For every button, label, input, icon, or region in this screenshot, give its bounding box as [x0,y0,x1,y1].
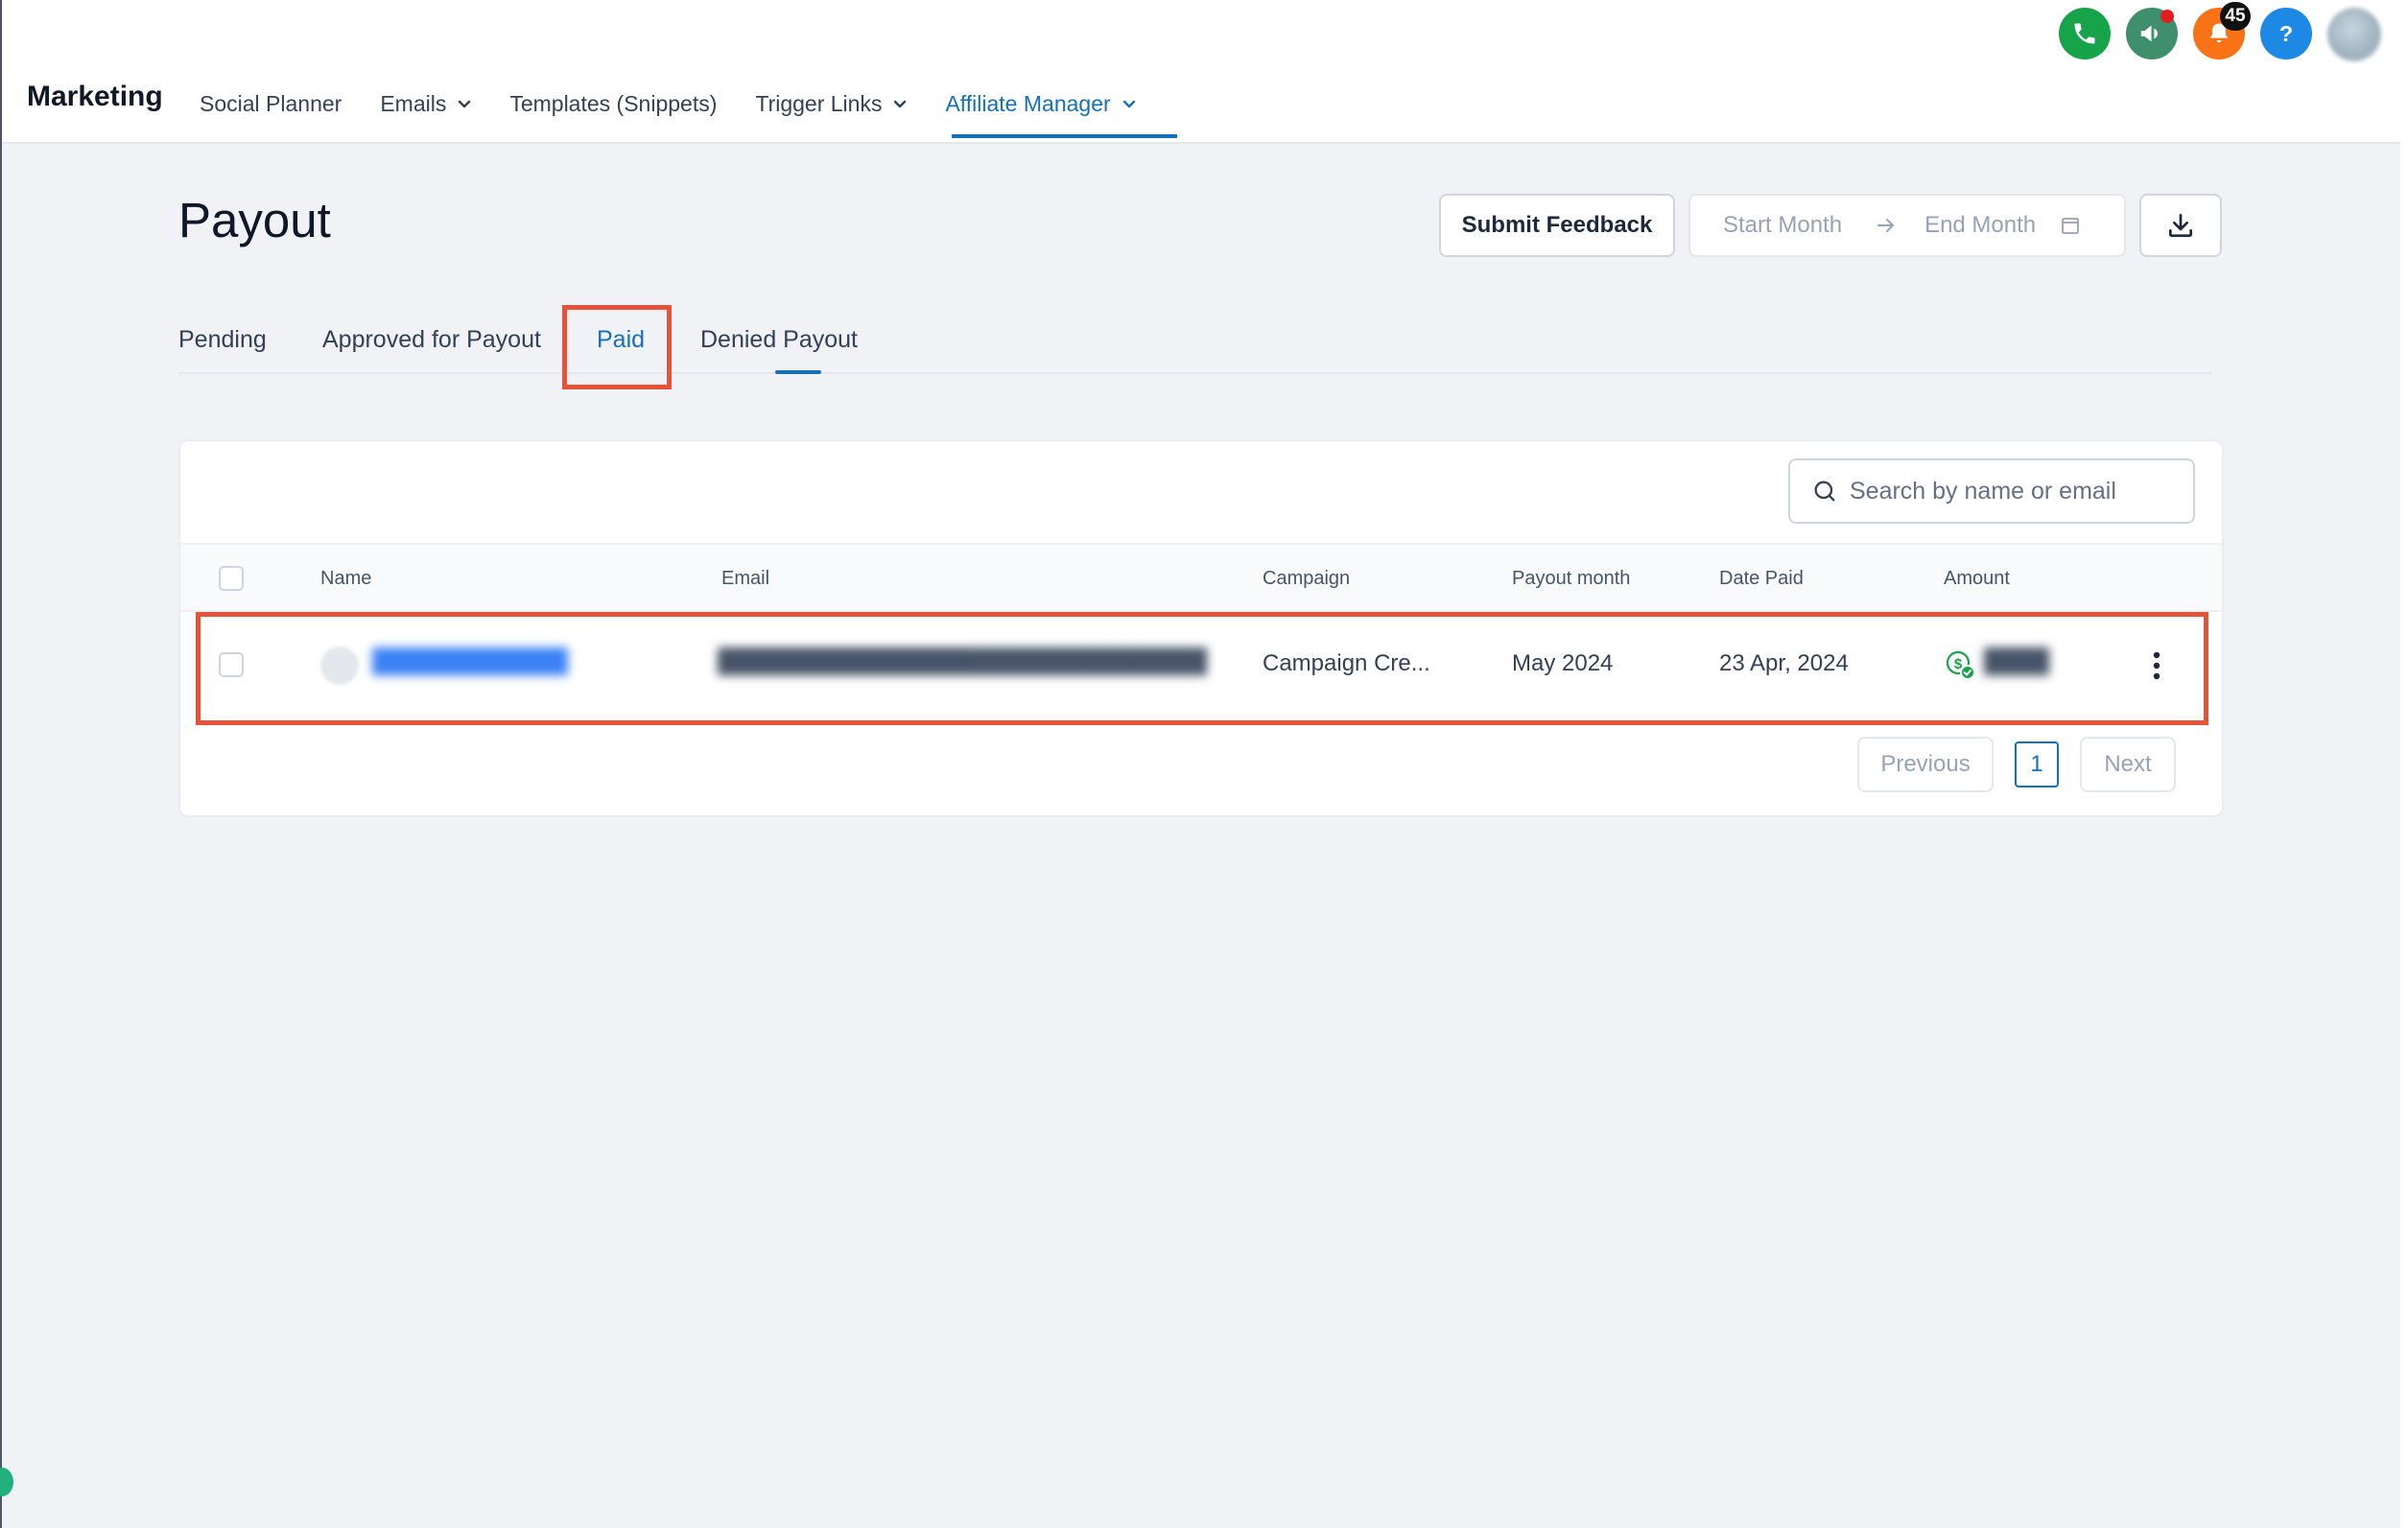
chevron-down-icon [459,100,471,108]
help-icon[interactable]: ? [2260,8,2312,59]
notification-count-badge: 45 [2220,2,2251,31]
search-icon [1814,481,1835,502]
download-button[interactable] [2139,194,2222,257]
previous-page-button[interactable]: Previous [1857,737,1994,792]
column-header-amount[interactable]: Amount [1944,568,2010,590]
column-header-name[interactable]: Name [320,568,371,590]
active-nav-indicator [952,134,1177,138]
nav-affiliate-manager[interactable]: Affiliate Manager [945,84,1135,123]
calendar-icon[interactable] [2059,214,2082,237]
tab-denied-payout[interactable]: Denied Payout [700,326,858,354]
user-avatar[interactable] [2327,8,2381,61]
phone-icon[interactable] [2059,8,2111,59]
app-border [0,0,2,1528]
nav-label: Social Planner [200,90,342,116]
nav-label: Affiliate Manager [945,90,1111,116]
search-box[interactable] [1788,458,2195,524]
nav-templates[interactable]: Templates (Snippets) [509,84,717,123]
active-tab-indicator [775,370,821,374]
table-header: Name Email Campaign Payout month Date Pa… [180,543,2222,612]
next-page-button[interactable]: Next [2080,737,2176,792]
unread-dot [2160,10,2174,23]
brand-title: Marketing [27,81,163,112]
download-icon [2169,214,2192,237]
chat-widget-tab[interactable] [0,1468,13,1496]
svg-text:?: ? [2279,21,2293,46]
column-header-campaign[interactable]: Campaign [1263,568,1350,590]
start-month-field[interactable]: Start Month [1723,212,1842,239]
nav-label: Emails [380,90,447,116]
nav-emails[interactable]: Emails [380,84,471,123]
nav-trigger-links[interactable]: Trigger Links [755,84,907,123]
window-edge [2400,0,2408,1528]
submit-feedback-button[interactable]: Submit Feedback [1439,194,1675,257]
column-header-payout-month[interactable]: Payout month [1512,568,1630,590]
column-header-date-paid[interactable]: Date Paid [1719,568,1804,590]
search-input[interactable] [1850,477,2176,505]
payout-tabs: Pending Approved for Payout Paid Denied … [178,317,2212,374]
column-header-email[interactable]: Email [721,568,769,590]
select-all-checkbox[interactable] [219,566,244,591]
row-highlight-box [196,612,2208,725]
tab-pending[interactable]: Pending [178,326,267,354]
chevron-down-icon [894,100,907,108]
nav-label: Templates (Snippets) [509,90,718,116]
chevron-down-icon [1122,100,1135,108]
page-title: Payout [178,193,331,247]
page-number-button[interactable]: 1 [2015,741,2059,788]
tab-highlight-box [562,305,672,389]
end-month-field[interactable]: End Month [1924,212,2036,239]
month-range-picker[interactable]: Start Month End Month [1688,194,2126,257]
bell-icon[interactable]: 45 [2193,2,2251,59]
header-actions: 45 ? [2059,2,2381,61]
tab-approved-for-payout[interactable]: Approved for Payout [322,326,541,354]
main-nav: Social Planner Emails Templates (Snippet… [200,84,1174,123]
nav-social-planner[interactable]: Social Planner [200,84,342,123]
top-header: Marketing Social Planner Emails Template… [2,0,2400,144]
arrow-right-icon [1877,219,1895,232]
nav-label: Trigger Links [755,90,883,116]
megaphone-icon[interactable] [2126,8,2178,59]
